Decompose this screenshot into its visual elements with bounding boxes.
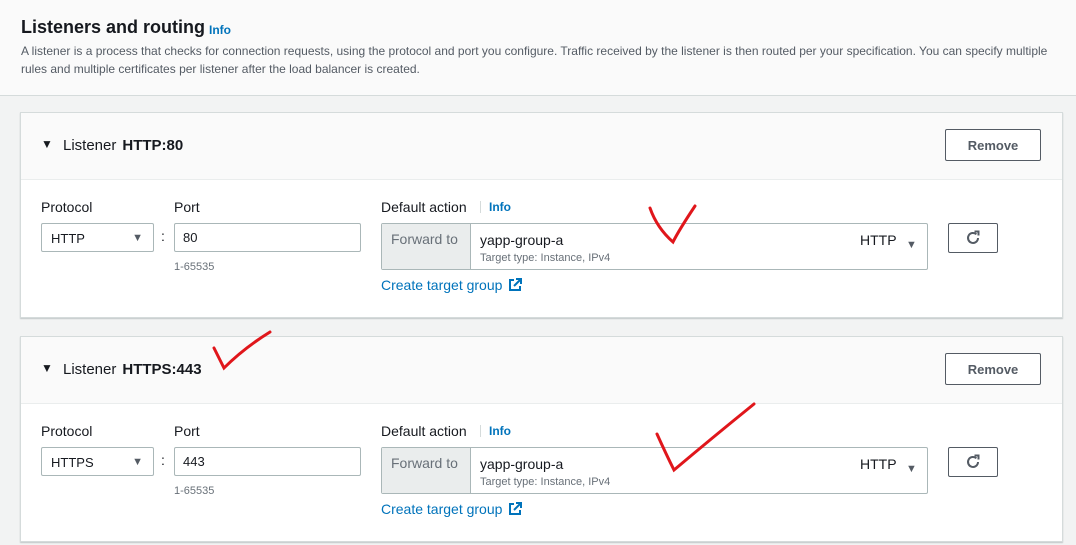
target-protocol: HTTP	[860, 456, 897, 472]
port-hint: 1-65535	[174, 485, 215, 497]
target-group-name: yapp-group-a	[480, 232, 564, 248]
external-link-icon	[509, 502, 523, 515]
protocol-select[interactable]: HTTP ▼	[41, 223, 154, 252]
protocol-label: Protocol	[41, 423, 93, 439]
listener-title: Listener HTTP:80	[63, 137, 184, 154]
target-type: Target type: Instance, IPv4	[480, 252, 611, 264]
target-group-name: yapp-group-a	[480, 456, 564, 472]
triangle-down-icon: ▼	[132, 232, 143, 244]
caret-down-icon[interactable]: ▼	[41, 361, 53, 375]
caret-down-icon[interactable]: ▼	[41, 137, 53, 151]
refresh-icon	[967, 230, 980, 244]
default-action-label: Default action	[381, 199, 467, 215]
refresh-button[interactable]	[948, 223, 998, 253]
section-header: Listeners and routing Info A listener is…	[0, 0, 1076, 96]
create-target-group-label: Create target group	[381, 277, 503, 293]
remove-button[interactable]: Remove	[945, 353, 1041, 385]
forward-to-label: Forward to	[382, 224, 471, 269]
default-action-select[interactable]: Forward to yapp-group-a Target type: Ins…	[381, 447, 928, 494]
create-target-group-label: Create target group	[381, 501, 503, 517]
port-label: Port	[174, 199, 200, 215]
protocol-label: Protocol	[41, 199, 93, 215]
port-label: Port	[174, 423, 200, 439]
protocol-port-separator: :	[161, 228, 165, 244]
port-input[interactable]	[174, 223, 361, 252]
triangle-down-icon: ▼	[132, 456, 143, 468]
listener-header: ▼ Listener HTTPS:443 Remove	[21, 337, 1062, 404]
external-link-icon	[509, 278, 523, 291]
protocol-port-separator: :	[161, 452, 165, 468]
section-description: A listener is a process that checks for …	[21, 44, 1048, 76]
listener-card-https: ▼ Listener HTTPS:443 Remove Protocol Port…	[20, 336, 1063, 542]
forward-to-label: Forward to	[382, 448, 471, 493]
protocol-select[interactable]: HTTPS ▼	[41, 447, 154, 476]
remove-button[interactable]: Remove	[945, 129, 1041, 161]
triangle-down-icon: ▼	[906, 239, 917, 251]
create-target-group-link[interactable]: Create target group	[381, 501, 523, 517]
default-action-info-link[interactable]: Info	[480, 425, 511, 437]
listener-card-http: ▼ Listener HTTP:80 Remove Protocol Port D…	[20, 112, 1063, 318]
default-action-label: Default action	[381, 423, 467, 439]
port-hint: 1-65535	[174, 261, 215, 273]
section-info-link[interactable]: Info	[209, 23, 231, 37]
protocol-value: HTTP	[51, 231, 85, 246]
listener-name: HTTPS:443	[122, 361, 202, 378]
listener-name: HTTP:80	[122, 137, 184, 154]
refresh-button[interactable]	[948, 447, 998, 477]
default-action-select[interactable]: Forward to yapp-group-a Target type: Ins…	[381, 223, 928, 270]
protocol-value: HTTPS	[51, 455, 94, 470]
listener-header: ▼ Listener HTTP:80 Remove	[21, 113, 1062, 180]
target-type: Target type: Instance, IPv4	[480, 476, 611, 488]
target-protocol: HTTP	[860, 232, 897, 248]
triangle-down-icon: ▼	[906, 463, 917, 475]
listener-title: Listener HTTPS:443	[63, 361, 202, 378]
create-target-group-link[interactable]: Create target group	[381, 277, 523, 293]
port-input[interactable]	[174, 447, 361, 476]
section-title: Listeners and routing	[21, 17, 206, 37]
default-action-info-link[interactable]: Info	[480, 201, 511, 213]
refresh-icon	[967, 454, 980, 468]
